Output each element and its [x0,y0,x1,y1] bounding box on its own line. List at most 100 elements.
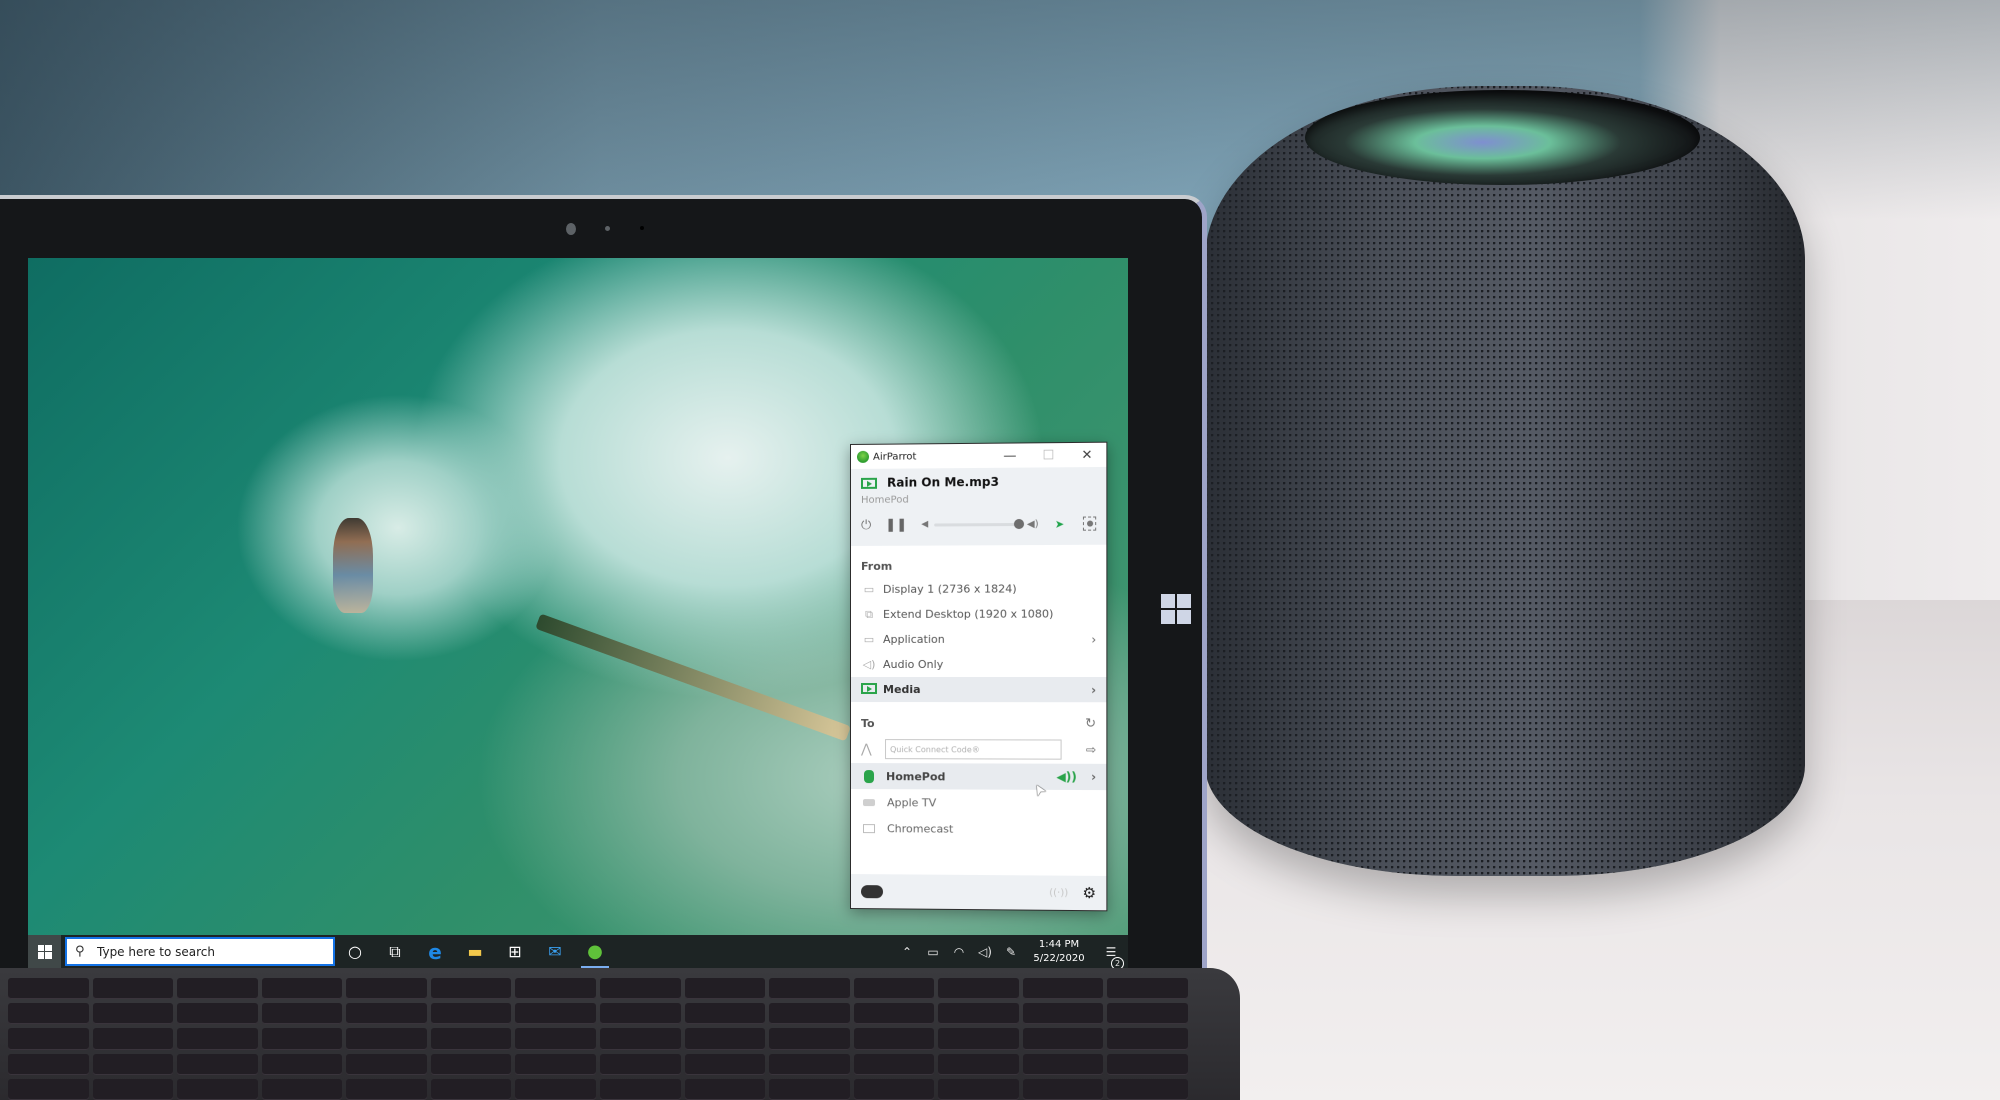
volume-icon[interactable]: ◁) [972,945,998,959]
antenna-icon[interactable]: ((·)) [1049,887,1068,898]
keyboard-key [769,1028,850,1050]
action-center-button[interactable]: ☰ 2 [1094,945,1128,970]
keyboard-key [1107,1078,1188,1100]
keyboard-key [261,1078,343,1100]
clock[interactable]: 1:44 PM 5/22/2020 [1024,938,1094,966]
store-button[interactable]: ⊞ [495,935,535,968]
to-heading-label: To [860,717,875,731]
taskbar-search-box[interactable]: ⚲ [65,937,335,966]
source-application[interactable]: ▭ Application › [851,627,1106,652]
keyboard-key [430,1028,512,1050]
keyboard-key [1107,978,1188,1000]
windows-taskbar: ⚲ ○ ⧉ e ▬ ⊞ ✉ ● ⌃ ▭ ◠ ◁) ✎ 1:44 PM 5/22/… [28,935,1128,970]
keyboard-key [684,1053,766,1075]
close-button[interactable]: ✕ [1068,447,1107,462]
maximize-button[interactable]: ☐ [1029,448,1068,463]
power-icon[interactable]: ⏻ [861,517,871,532]
keyboard-key [92,1053,174,1075]
keyboard-key [1022,1078,1104,1100]
start-button[interactable] [28,935,61,968]
homepod-icon [863,769,875,783]
task-view-button[interactable]: ⧉ [375,935,415,968]
source-audio-only[interactable]: ◁) Audio Only [851,652,1106,677]
gear-icon[interactable]: ⚙ [1082,884,1096,902]
window-footer: ((·)) ⚙ [850,874,1107,911]
keyboard-key [515,1028,596,1050]
media-icon [860,682,878,697]
keyboard-key [769,1078,850,1100]
cloud-icon[interactable] [860,884,884,898]
airparrot-window: AirParrot — ☐ ✕ Rain On Me.mp3 HomePod ⏻… [850,441,1108,912]
keyboard-key [684,1003,766,1025]
cortana-button[interactable]: ○ [335,935,375,968]
chevron-right-icon: › [1091,682,1097,697]
keyboard-key [769,1003,850,1025]
search-input[interactable] [97,944,297,959]
keyboard-key [938,1028,1019,1050]
chevron-right-icon[interactable]: › [1091,770,1096,784]
device-chromecast[interactable]: Chromecast [851,815,1106,843]
camera-icon [566,223,576,235]
keyboard-key [515,1053,596,1075]
to-heading: To ↻ [851,702,1106,736]
source-display-1[interactable]: ▭ Display 1 (2736 x 1824) [851,576,1106,602]
keyboard-key [599,1078,681,1100]
keyboard-key [769,1053,850,1075]
keyboard-key [8,1053,89,1075]
source-media[interactable]: Media › [850,677,1107,703]
keyboard-key [92,978,174,1000]
keyboard-key [430,978,512,1000]
airparrot-taskbar-button[interactable]: ● [575,935,615,968]
battery-icon[interactable]: ▭ [920,945,946,959]
quick-connect-input[interactable] [885,739,1062,760]
wifi-icon[interactable]: ◠ [946,945,972,959]
chevron-right-icon: › [1091,632,1097,647]
keyboard-key [346,1078,427,1100]
clock-time: 1:44 PM [1038,938,1080,950]
capture-area-icon[interactable] [1082,516,1097,531]
source-label: Application [883,632,945,646]
source-extend-desktop[interactable]: ⧉ Extend Desktop (1920 x 1080) [851,601,1106,627]
airparrot-icon: ● [587,941,603,962]
keyboard-key [1022,1028,1104,1050]
sensor-icon [605,226,610,231]
keyboard-key [684,1078,766,1100]
quick-connect-row: ⋀ ⇨ [851,735,1106,764]
keyboard-key [261,1003,343,1025]
keyboard-key [853,1078,935,1100]
keyboard-key [1107,1028,1188,1050]
keyboard-key [1022,1053,1104,1075]
cursor-toggle-icon[interactable]: ➤ [1055,517,1064,530]
speaker-active-icon[interactable]: ◀)) [1056,770,1077,784]
volume-high-icon: ◀) [1026,518,1039,530]
extend-desktop-icon: ⧉ [865,607,873,621]
show-hidden-icons-chevron-icon[interactable]: ⌃ [894,945,920,959]
pause-button[interactable]: ❚❚ [885,517,907,532]
keyboard-key [177,1028,258,1050]
edge-button[interactable]: e [415,935,455,968]
window-title: AirParrot [873,450,917,463]
mail-button[interactable]: ✉ [535,935,575,968]
connect-arrow-icon[interactable]: ⇨ [1086,743,1096,757]
keyboard-key [346,978,427,1000]
system-tray: ⌃ ▭ ◠ ◁) ✎ 1:44 PM 5/22/2020 ☰ 2 [894,935,1128,970]
now-playing-track: Rain On Me.mp3 [887,474,999,490]
volume-slider-knob[interactable] [1013,518,1024,529]
title-bar[interactable]: AirParrot — ☐ ✕ [851,443,1106,469]
refresh-icon[interactable]: ↻ [1085,716,1096,731]
device-apple-tv[interactable]: Apple TV [851,789,1106,816]
keyboard-key [8,978,89,1000]
chromecast-icon [862,823,876,833]
volume-slider[interactable] [934,518,1024,529]
speaker-icon: ◁) [862,657,876,671]
keyboard-key [599,1003,681,1025]
keyboard-key [177,978,258,1000]
keyboard-key [1022,978,1104,1000]
airparrot-logo-icon [856,450,870,463]
minimize-button[interactable]: — [991,448,1029,463]
device-homepod[interactable]: HomePod ◀)) › [850,763,1107,791]
source-label: Display 1 (2736 x 1824) [883,582,1017,596]
file-explorer-button[interactable]: ▬ [455,935,495,968]
pen-icon[interactable]: ✎ [998,945,1024,959]
keyboard-key [1107,1003,1188,1025]
